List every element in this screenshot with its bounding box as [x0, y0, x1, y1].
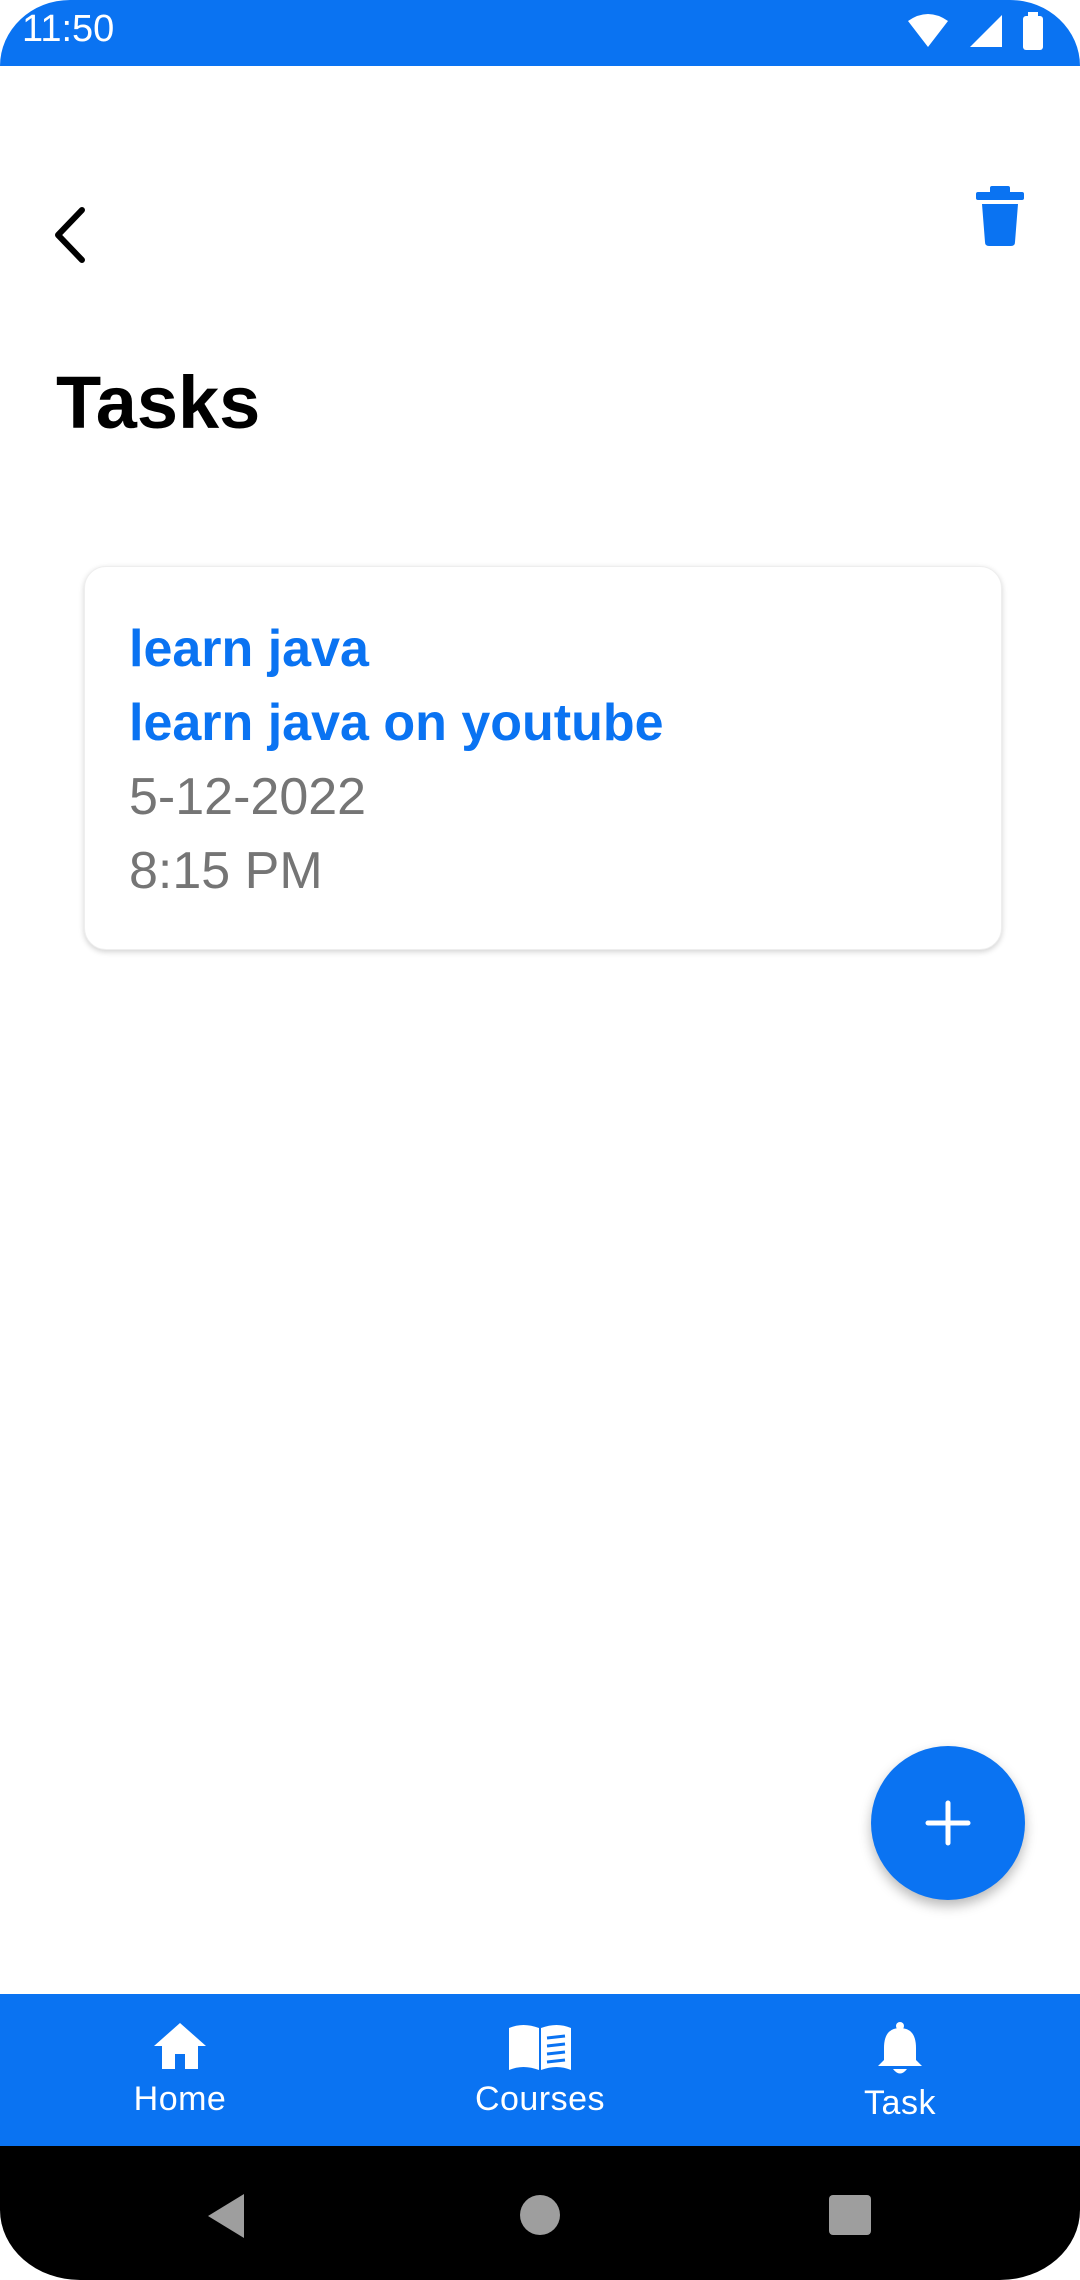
home-icon [154, 2023, 206, 2069]
delete-button[interactable] [970, 180, 1030, 250]
add-task-button[interactable] [871, 1746, 1025, 1900]
task-description: learn java on youtube [129, 694, 664, 752]
task-date: 5-12-2022 [129, 768, 367, 826]
bottom-navigation: Home Courses Task [0, 1994, 1080, 2146]
nav-item-courses[interactable]: Courses [360, 1994, 720, 2146]
back-button[interactable] [44, 200, 104, 270]
wifi-icon [908, 14, 948, 47]
battery-icon [1023, 12, 1043, 50]
status-bar: 11:50 [0, 0, 1080, 66]
system-home-icon[interactable] [519, 2194, 561, 2236]
task-title: learn java [129, 620, 369, 678]
book-icon [509, 2025, 571, 2070]
nav-label-task: Task [864, 2084, 936, 2122]
nav-label-courses: Courses [474, 2080, 606, 2118]
status-time: 11:50 [22, 8, 115, 50]
trash-icon [976, 186, 1024, 246]
system-back-icon[interactable] [204, 2192, 248, 2240]
nav-item-task[interactable]: Task [720, 1994, 1080, 2146]
chevron-left-icon [55, 207, 85, 263]
bell-icon [878, 2022, 922, 2074]
status-icons [906, 12, 1044, 50]
nav-item-home[interactable]: Home [0, 1994, 360, 2146]
nav-label-home: Home [133, 2080, 227, 2118]
plus-icon [925, 1800, 971, 1846]
system-navigation-bar [0, 2146, 1080, 2280]
task-time: 8:15 PM [129, 842, 323, 900]
page-title: Tasks [56, 361, 261, 444]
signal-icon [970, 15, 1002, 47]
task-card[interactable]: learn java learn java on youtube 5-12-20… [84, 566, 1002, 950]
system-recents-icon[interactable] [828, 2194, 872, 2236]
